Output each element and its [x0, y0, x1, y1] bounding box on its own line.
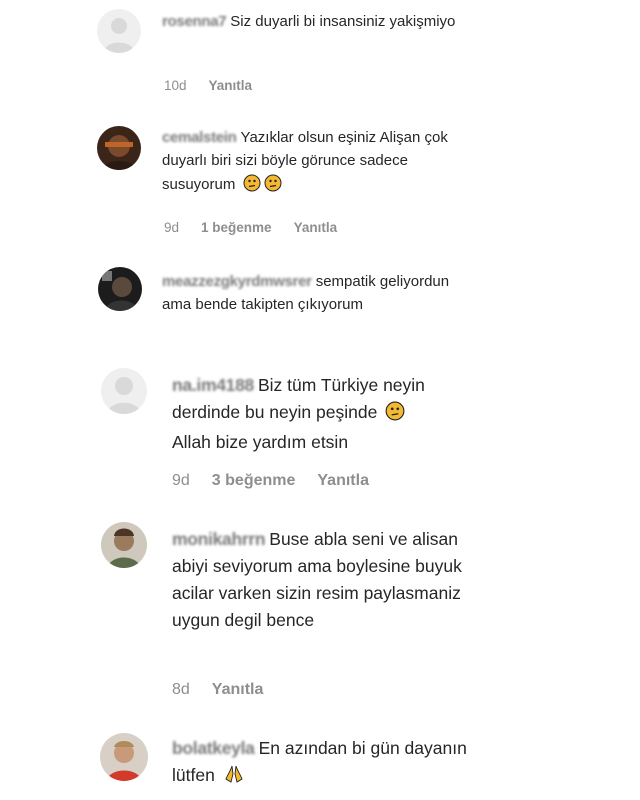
default-avatar-icon [97, 9, 141, 53]
reply-button[interactable]: Yanıtla [212, 681, 264, 698]
reply-button[interactable]: Yanıtla [294, 220, 338, 235]
comment-username[interactable]: rosenna7 [162, 13, 227, 30]
likes-count[interactable]: 1 beğenme [201, 220, 272, 235]
user-photo-icon [100, 733, 148, 781]
comment-item: rosenna7 Siz duyarli bi insansiniz yakişm… [0, 0, 640, 110]
user-photo-icon [101, 522, 147, 568]
comment-time: 9d [172, 472, 190, 489]
thinking-face-icon [264, 174, 282, 199]
comment-time: 9d [164, 220, 180, 235]
comment-item: na.im4188 Biz tüm Türkiye neyin derdinde … [0, 360, 640, 510]
avatar[interactable] [101, 368, 147, 414]
comment-text: Siz duyarli bi insansiniz yakişmiyo [230, 13, 456, 30]
avatar[interactable] [100, 733, 148, 781]
comment-username[interactable]: meazzezgkyrdmwsrer [162, 273, 312, 290]
comment-item: monikahrrn Buse abla seni ve alisan abiyi… [0, 510, 640, 725]
comment-item: cemalstein Yazıklar olsun eşiniz Alişan ç… [0, 110, 640, 250]
avatar[interactable] [97, 9, 141, 53]
comment-item: bolatkeyla En azından bi gün dayanın lütf… [0, 725, 640, 800]
comment-body: na.im4188 Biz tüm Türkiye neyin derdinde … [172, 372, 492, 456]
default-avatar-icon [101, 368, 147, 414]
comment-meta: 10d Yanıtla [164, 78, 274, 93]
comment-meta: 9d 1 beğenme Yanıtla [164, 220, 359, 235]
avatar[interactable] [98, 267, 142, 311]
thinking-face-icon [385, 401, 405, 429]
comment-body: bolatkeyla En azından bi gün dayanın lütf… [172, 735, 472, 792]
comment-username[interactable]: monikahrrn [172, 529, 266, 549]
comment-text-line: Allah bize yardım etsin [172, 432, 349, 453]
comment-meta: 8d Yanıtla [172, 681, 285, 699]
comment-body: monikahrrn Buse abla seni ve alisan abiyi… [172, 526, 462, 635]
avatar[interactable] [101, 522, 147, 568]
thinking-face-icon [243, 174, 261, 199]
comment-time: 8d [172, 681, 190, 698]
likes-count[interactable]: 3 beğenme [212, 472, 296, 489]
folded-hands-icon [223, 764, 245, 792]
comment-time: 10d [164, 78, 187, 93]
comment-username[interactable]: cemalstein [162, 129, 237, 146]
avatar[interactable] [97, 126, 141, 170]
comment-item: meazzezgkyrdmwsrer sempatik geliyordun am… [0, 250, 640, 360]
comment-body: cemalstein Yazıklar olsun eşiniz Alişan ç… [162, 126, 462, 199]
comment-username[interactable]: na.im4188 [172, 375, 254, 395]
user-photo-icon [98, 267, 142, 311]
reply-button[interactable]: Yanıtla [317, 472, 369, 489]
comment-body: meazzezgkyrdmwsrer sempatik geliyordun am… [162, 270, 462, 317]
comment-body: rosenna7 Siz duyarli bi insansiniz yakişm… [162, 10, 462, 33]
user-photo-icon [97, 126, 141, 170]
reply-button[interactable]: Yanıtla [209, 78, 253, 93]
comment-username[interactable]: bolatkeyla [172, 738, 255, 758]
comment-meta: 9d 3 beğenme Yanıtla [172, 472, 391, 490]
